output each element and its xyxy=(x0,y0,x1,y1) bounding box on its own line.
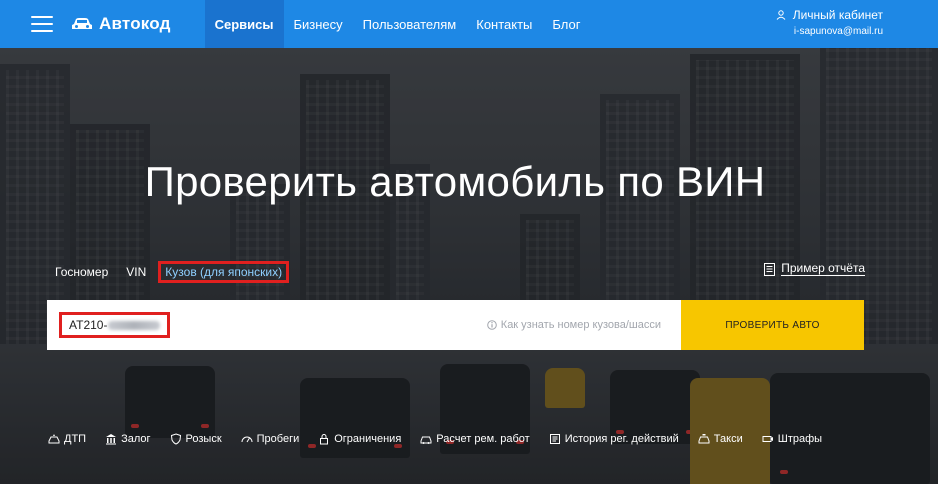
check-car-button[interactable]: ПРОВЕРИТЬ АВТО xyxy=(681,300,864,350)
nav-item-contacts[interactable]: Контакты xyxy=(466,0,542,48)
feature-label: История рег. действий xyxy=(564,433,679,445)
crash-icon xyxy=(48,434,60,444)
search-bar: AT210- Как узнать номер кузова/шасси ПРО… xyxy=(47,300,864,350)
feature-label: ДТП xyxy=(64,433,87,445)
features-list: ДТП Залог Розыск Пробеги Ограничения Рас… xyxy=(48,433,841,445)
feature-label: Залог xyxy=(121,433,151,445)
car-repair-icon xyxy=(420,436,432,444)
logo-text: Автокод xyxy=(99,14,171,33)
account-email: i-sapunova@mail.ru xyxy=(793,26,883,37)
document-icon xyxy=(764,262,776,276)
camera-icon xyxy=(762,436,773,442)
taxi-icon xyxy=(698,434,710,444)
feature-repair-calc[interactable]: Расчет рем. работ xyxy=(420,433,530,445)
vin-input[interactable]: AT210- Как узнать номер кузова/шасси xyxy=(47,300,681,350)
nav-item-services[interactable]: Сервисы xyxy=(204,0,284,48)
lock-icon xyxy=(320,434,329,445)
nav-item-business[interactable]: Бизнесу xyxy=(284,0,353,48)
nav-item-blog[interactable]: Блог xyxy=(542,0,590,48)
feature-taxi[interactable]: Такси xyxy=(698,433,743,445)
feature-label: Розыск xyxy=(185,433,222,445)
sample-report-link[interactable]: Пример отчёта xyxy=(764,262,865,276)
feature-fines[interactable]: Штрафы xyxy=(762,433,822,445)
main-nav: Сервисы Бизнесу Пользователям Контакты Б… xyxy=(204,0,591,48)
feature-mileage[interactable]: Пробеги xyxy=(241,433,300,445)
vin-input-value: AT210- xyxy=(69,318,108,332)
feature-label: Ограничения xyxy=(334,433,402,445)
sample-report-label: Пример отчёта xyxy=(781,261,865,276)
menu-icon[interactable] xyxy=(31,16,53,32)
feature-label: Расчет рем. работ xyxy=(436,433,530,445)
feature-restrictions[interactable]: Ограничения xyxy=(318,433,401,445)
feature-label: Пробеги xyxy=(256,433,300,445)
logo[interactable]: Автокод xyxy=(71,14,171,34)
vin-input-highlight: AT210- xyxy=(59,312,170,338)
account-label: Личный кабинет xyxy=(792,8,883,22)
tab-vin[interactable]: VIN xyxy=(126,265,146,279)
feature-label: Штрафы xyxy=(777,433,823,445)
feature-reg-history[interactable]: История рег. действий xyxy=(549,433,679,445)
feature-pledge[interactable]: Залог xyxy=(105,433,151,445)
blurred-number xyxy=(108,320,161,330)
speedometer-icon xyxy=(241,436,253,443)
body-number-help-text: Как узнать номер кузова/шасси xyxy=(500,319,661,331)
feature-dtp[interactable]: ДТП xyxy=(48,433,86,445)
account-block[interactable]: Личный кабинет i-sapunova@mail.ru xyxy=(776,8,883,37)
car-logo-icon xyxy=(72,18,92,29)
tab-gosnomer[interactable]: Госномер xyxy=(55,265,108,279)
page-title: Проверить автомобиль по ВИН xyxy=(144,158,766,205)
bank-icon xyxy=(106,434,117,445)
info-icon xyxy=(486,320,497,330)
shield-icon xyxy=(170,433,181,445)
body-number-help-link[interactable]: Как узнать номер кузова/шасси xyxy=(486,319,661,331)
history-icon xyxy=(549,434,560,444)
feature-wanted[interactable]: Розыск xyxy=(170,433,222,445)
tab-body-number[interactable]: Кузов (для японских) xyxy=(158,261,290,283)
user-icon xyxy=(776,10,786,20)
top-navbar: Автокод Сервисы Бизнесу Пользователям Ко… xyxy=(0,0,938,48)
search-type-tabs: Госномер VIN Кузов (для японских) xyxy=(55,261,307,283)
nav-item-users[interactable]: Пользователям xyxy=(353,0,467,48)
feature-label: Такси xyxy=(713,433,743,445)
